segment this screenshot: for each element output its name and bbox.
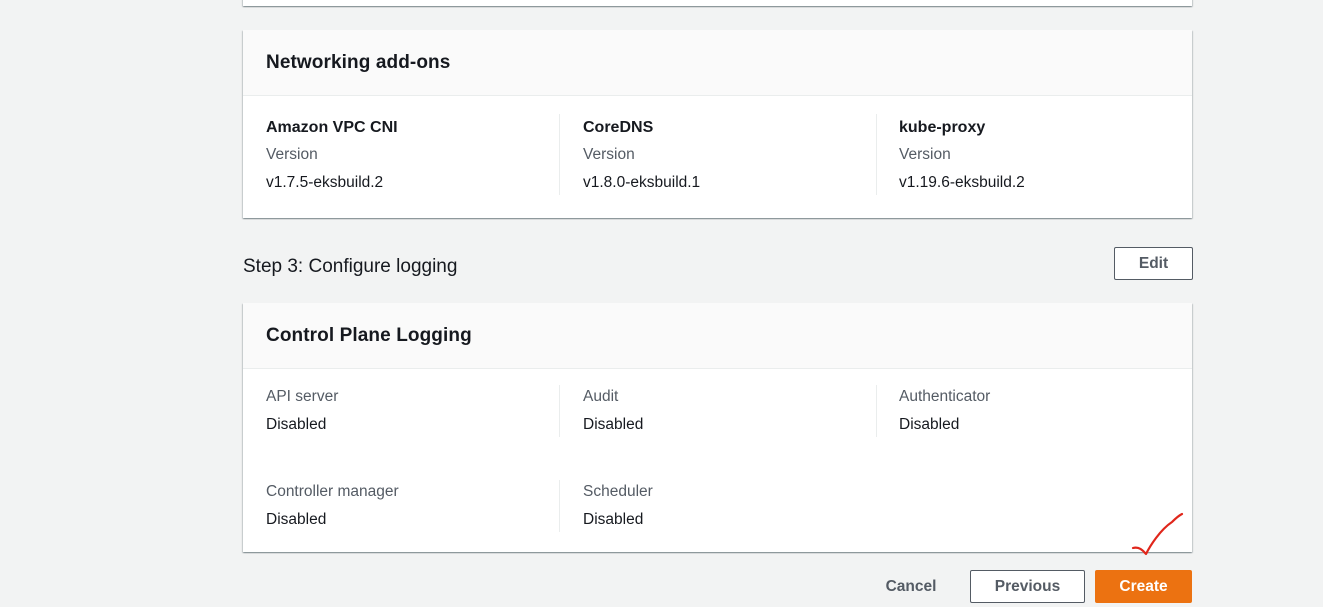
control-plane-logging-header: Control Plane Logging <box>243 303 1192 369</box>
create-button[interactable]: Create <box>1095 570 1192 603</box>
addon-name: kube-proxy <box>899 119 986 136</box>
log-item-authenticator: Authenticator Disabled <box>899 387 1199 435</box>
column-divider <box>876 385 877 437</box>
log-item-label: Authenticator <box>899 388 991 405</box>
networking-addons-header: Networking add-ons <box>243 30 1192 96</box>
log-item-label: Scheduler <box>583 483 653 500</box>
addon-name: CoreDNS <box>583 119 654 136</box>
checkmark-annotation-icon <box>1131 512 1184 556</box>
column-divider <box>559 480 560 532</box>
networking-addons-panel: Networking add-ons Amazon VPC CNI Versio… <box>243 30 1192 218</box>
log-item-status: Disabled <box>583 416 644 433</box>
log-item-label: Audit <box>583 388 619 405</box>
addon-version-label: Version <box>899 146 951 163</box>
column-divider <box>876 114 877 195</box>
log-item-status: Disabled <box>266 511 327 528</box>
addon-version-value: v1.8.0-eksbuild.1 <box>583 174 701 191</box>
networking-addons-title: Networking add-ons <box>266 51 451 73</box>
log-item-scheduler: Scheduler Disabled <box>583 482 883 530</box>
addon-version-label: Version <box>266 146 318 163</box>
addon-version-value: v1.19.6-eksbuild.2 <box>899 174 1025 191</box>
addon-kube-proxy: kube-proxy Version v1.19.6-eksbuild.2 <box>899 118 1199 193</box>
log-item-label: API server <box>266 388 339 405</box>
log-item-status: Disabled <box>266 416 327 433</box>
edit-logging-button[interactable]: Edit <box>1114 247 1193 280</box>
control-plane-logging-title: Control Plane Logging <box>266 324 472 346</box>
step-3-title: Step 3: Configure logging <box>243 256 458 277</box>
previous-button[interactable]: Previous <box>970 570 1085 603</box>
addon-vpc-cni: Amazon VPC CNI Version v1.7.5-eksbuild.2 <box>266 118 566 193</box>
log-item-api-server: API server Disabled <box>266 387 566 435</box>
addon-coredns: CoreDNS Version v1.8.0-eksbuild.1 <box>583 118 883 193</box>
log-item-audit: Audit Disabled <box>583 387 883 435</box>
log-item-label: Controller manager <box>266 483 399 500</box>
review-page: Networking add-ons Amazon VPC CNI Versio… <box>0 0 1323 607</box>
column-divider <box>559 114 560 195</box>
control-plane-logging-panel: Control Plane Logging API server Disable… <box>243 303 1192 552</box>
previous-section-panel <box>243 0 1192 6</box>
addon-name: Amazon VPC CNI <box>266 119 398 136</box>
addon-version-value: v1.7.5-eksbuild.2 <box>266 174 384 191</box>
log-item-status: Disabled <box>583 511 644 528</box>
log-item-status: Disabled <box>899 416 960 433</box>
log-item-controller-manager: Controller manager Disabled <box>266 482 566 530</box>
addon-version-label: Version <box>583 146 635 163</box>
column-divider <box>559 385 560 437</box>
cancel-button[interactable]: Cancel <box>872 570 950 603</box>
